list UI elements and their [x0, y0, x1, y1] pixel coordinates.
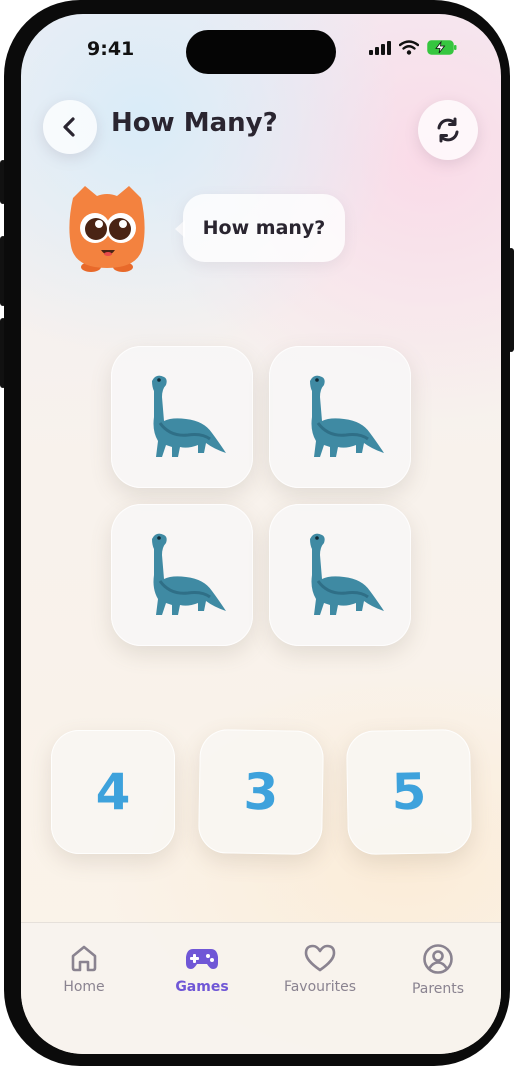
refresh-icon — [437, 117, 459, 143]
dinosaur-icon — [310, 533, 384, 615]
dinosaur-tile — [269, 346, 411, 488]
dynamic-island — [186, 30, 336, 74]
status-time: 9:41 — [87, 38, 135, 60]
dinosaur-icon — [152, 375, 226, 457]
dinosaur-tile — [111, 504, 253, 646]
tab-parents[interactable]: Parents — [383, 943, 493, 997]
prompt-text: How many? — [202, 217, 326, 239]
answer-button-3[interactable]: 3 — [197, 728, 325, 856]
app-screen: 9:41 How Many? How many? 4 3 5 Home Game… — [21, 14, 501, 1054]
dinosaur-tile — [111, 346, 253, 488]
tab-home-label: Home — [63, 979, 105, 995]
tab-games-label: Games — [175, 979, 229, 995]
dinosaur-icon — [152, 533, 226, 615]
dinosaur-tile — [269, 504, 411, 646]
tab-games[interactable]: Games — [147, 943, 257, 995]
tab-favourites-label: Favourites — [283, 979, 357, 995]
tab-favourites[interactable]: Favourites — [265, 943, 375, 995]
wifi-icon — [399, 40, 419, 55]
heart-icon — [304, 944, 336, 972]
tab-parents-label: Parents — [411, 981, 465, 997]
gamepad-icon — [186, 949, 218, 969]
tab-home[interactable]: Home — [29, 943, 139, 995]
page-title: How Many? — [111, 108, 278, 138]
user-icon — [423, 944, 453, 974]
signal-icon — [369, 40, 391, 55]
dinosaur-icon — [310, 375, 384, 457]
speech-bubble: How many? — [183, 194, 345, 262]
status-icons — [369, 40, 457, 55]
refresh-button[interactable] — [418, 100, 478, 160]
back-button[interactable] — [43, 100, 97, 154]
phone-frame: 9:41 How Many? How many? 4 3 5 Home Game… — [4, 0, 510, 1066]
owl-mascot-icon — [69, 186, 145, 272]
phone-device: 9:41 How Many? How many? 4 3 5 Home Game… — [0, 0, 514, 1068]
tab-bar: Home Games Favourites Parents — [21, 922, 501, 1054]
home-icon — [71, 945, 97, 972]
answer-button-4[interactable]: 4 — [51, 730, 175, 854]
chevron-left-icon — [63, 117, 75, 137]
answer-button-5[interactable]: 5 — [345, 728, 473, 856]
battery-charging-icon — [427, 40, 457, 55]
